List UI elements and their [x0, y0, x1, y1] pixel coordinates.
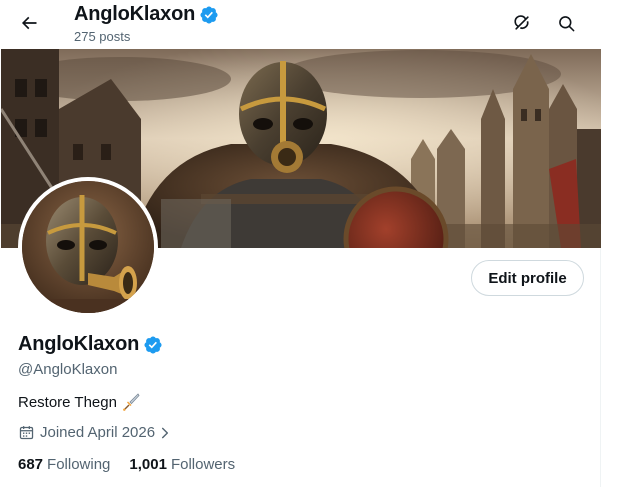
profile-name-row: AngloKlaxon [18, 333, 163, 356]
profile-display-name: AngloKlaxon [18, 333, 140, 355]
followers-count: 1,001 [129, 456, 167, 473]
arrow-left-icon [21, 16, 37, 30]
calendar-icon [18, 424, 35, 441]
followers-link[interactable]: 1,001 Followers [129, 456, 235, 473]
bio-text: Restore Thegn [18, 393, 117, 411]
profile-avatar[interactable] [18, 177, 158, 317]
following-link[interactable]: 687 Following [18, 456, 110, 473]
dagger-emoji-icon [121, 392, 141, 412]
profile-handle: @AngloKlaxon [18, 361, 118, 378]
chevron-right-icon [158, 426, 172, 440]
profile-page: AngloKlaxon 275 posts Edit profile Anglo… [0, 0, 601, 487]
followers-label: Followers [170, 456, 236, 473]
joined-label: Joined April 2026 [40, 424, 156, 441]
verified-badge-icon[interactable] [143, 335, 163, 355]
header-display-name: AngloKlaxon [74, 3, 196, 25]
verified-badge-icon [199, 5, 219, 25]
joined-date[interactable]: Joined April 2026 [18, 424, 172, 441]
grok-icon [514, 15, 529, 30]
following-label: Following [47, 456, 111, 473]
profile-header-bar: AngloKlaxon 275 posts [0, 0, 601, 49]
post-count: 275 posts [74, 29, 131, 44]
profile-bio: Restore Thegn [18, 392, 141, 412]
edit-profile-button[interactable]: Edit profile [471, 260, 584, 296]
follow-stats: 687 Following 1,001 Followers [18, 456, 254, 473]
search-icon [558, 15, 574, 31]
following-count: 687 [18, 456, 44, 473]
back-button[interactable] [12, 6, 46, 40]
header-title: AngloKlaxon [74, 3, 219, 26]
search-button[interactable] [549, 6, 583, 40]
grok-button[interactable] [505, 6, 539, 40]
